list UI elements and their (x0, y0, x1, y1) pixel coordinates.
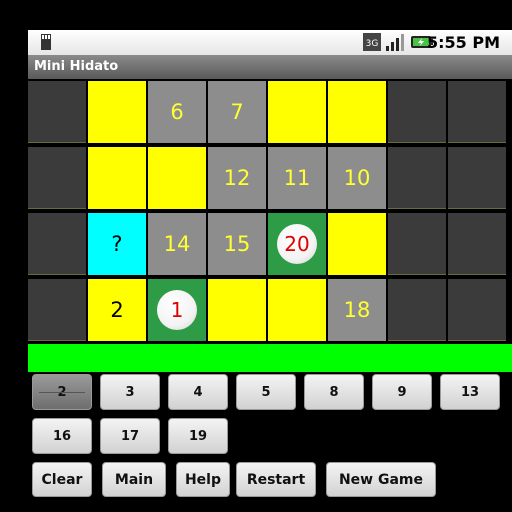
clear-button[interactable]: Clear (32, 462, 92, 497)
board-cell-r3-c7 (448, 279, 506, 341)
main-button[interactable]: Main (102, 462, 166, 497)
board-cell-r2-c6 (388, 213, 446, 275)
board-cell-r1-c6 (388, 147, 446, 209)
board-cell-r3-c5[interactable]: 18 (328, 279, 386, 341)
board-cell-r1-c7 (448, 147, 506, 209)
board-cell-r0-c2[interactable]: 6 (148, 81, 206, 143)
board-cell-r2-c5[interactable] (328, 213, 386, 275)
number-button-19[interactable]: 19 (168, 418, 228, 454)
signal-strength-icon (386, 34, 404, 51)
board-cell-r0-c5[interactable] (328, 81, 386, 143)
status-time: 5:55 PM (426, 33, 500, 52)
board-cell-r3-c3[interactable] (208, 279, 266, 341)
board-cell-r3-c4[interactable] (268, 279, 326, 341)
board-cell-r3-c1[interactable]: 2 (88, 279, 146, 341)
board-cell-r1-c2[interactable] (148, 147, 206, 209)
cell-value: 18 (343, 298, 371, 322)
endpoint-marker: 1 (157, 290, 197, 330)
board-cell-r0-c6 (388, 81, 446, 143)
board-cell-r1-c0 (28, 147, 86, 209)
board-cell-r0-c1[interactable] (88, 81, 146, 143)
board-cell-r1-c4[interactable]: 11 (268, 147, 326, 209)
cell-value: 6 (170, 100, 184, 124)
board-cell-r1-c3[interactable]: 12 (208, 147, 266, 209)
number-button-2[interactable]: 2 (32, 374, 92, 410)
device-screen: 3G 5:55 PM Mini Hidato 6 7 12 11 10? 14 15 20 2 1… (28, 30, 512, 512)
cell-value: 7 (230, 100, 244, 124)
cell-value: 10 (343, 166, 371, 190)
number-button-9[interactable]: 9 (372, 374, 432, 410)
board-cell-r1-c1[interactable] (88, 147, 146, 209)
board-cell-r0-c4[interactable] (268, 81, 326, 143)
number-button-16[interactable]: 16 (32, 418, 92, 454)
help-button[interactable]: Help (176, 462, 230, 497)
board-cell-r2-c7 (448, 213, 506, 275)
endpoint-marker: 20 (277, 224, 317, 264)
board-cell-r3-c2[interactable]: 1 (148, 279, 206, 341)
number-button-13[interactable]: 13 (440, 374, 500, 410)
cell-value: 2 (110, 298, 124, 322)
board-cell-r2-c4[interactable]: 20 (268, 213, 326, 275)
board-cell-r0-c0 (28, 81, 86, 143)
app-title: Mini Hidato (34, 59, 119, 74)
cell-value: ? (111, 232, 123, 256)
cell-value: 11 (283, 166, 311, 190)
board-cell-r1-c5[interactable]: 10 (328, 147, 386, 209)
board-cell-r3-c6 (388, 279, 446, 341)
board-cell-r2-c2[interactable]: 14 (148, 213, 206, 275)
cell-value: 14 (163, 232, 191, 256)
cell-value: 12 (223, 166, 251, 190)
board-cell-r2-c1[interactable]: ? (88, 213, 146, 275)
number-button-17[interactable]: 17 (100, 418, 160, 454)
board-cell-r2-c0 (28, 213, 86, 275)
board-cell-r2-c3[interactable]: 15 (208, 213, 266, 275)
number-button-3[interactable]: 3 (100, 374, 160, 410)
puzzle-board: 6 7 12 11 10? 14 15 20 2 1 18 (28, 81, 512, 345)
restart-button[interactable]: Restart (236, 462, 316, 497)
number-button-5[interactable]: 5 (236, 374, 296, 410)
board-cell-r3-c0 (28, 279, 86, 341)
sd-card-icon (41, 34, 51, 50)
board-cell-r0-c3[interactable]: 7 (208, 81, 266, 143)
progress-bar (28, 344, 512, 372)
cell-value: 15 (223, 232, 251, 256)
number-button-4[interactable]: 4 (168, 374, 228, 410)
status-bar: 3G 5:55 PM (28, 30, 512, 55)
board-cell-r0-c7 (448, 81, 506, 143)
new-game-button[interactable]: New Game (326, 462, 436, 497)
network-label: 3G (366, 39, 379, 49)
network-3g-icon: 3G (363, 33, 381, 51)
app-title-bar: Mini Hidato (28, 55, 512, 79)
number-button-8[interactable]: 8 (304, 374, 364, 410)
